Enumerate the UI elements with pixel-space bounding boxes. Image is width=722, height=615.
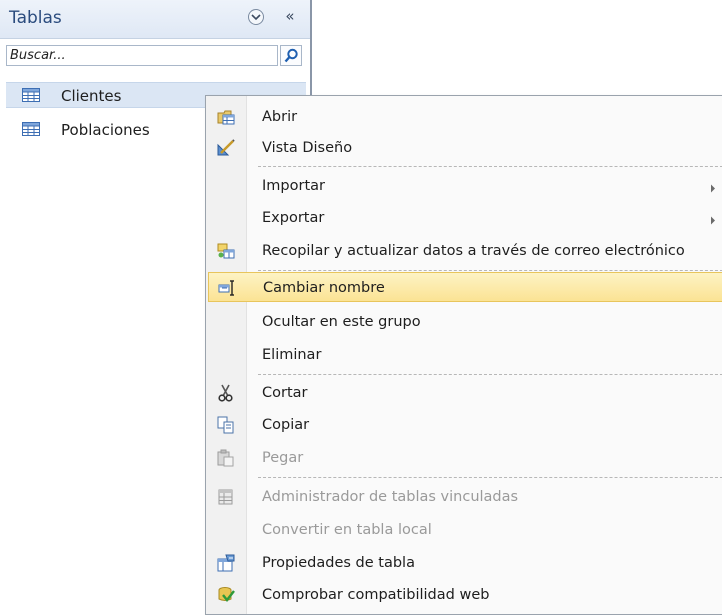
menu-item-exportar[interactable]: Exportar — [208, 203, 722, 233]
menu-item-recopilar-datos[interactable]: Recopilar y actualizar datos a través de… — [208, 236, 722, 266]
menu-item-label: Ocultar en este grupo — [262, 314, 421, 330]
open-table-icon — [217, 108, 235, 126]
design-view-icon — [217, 139, 235, 157]
menu-item-cortar[interactable]: Cortar — [208, 378, 722, 408]
menu-item-copiar[interactable]: Copiar — [208, 410, 722, 440]
menu-item-label: Abrir — [262, 109, 298, 125]
copy-icon — [217, 416, 235, 434]
menu-item-label: Eliminar — [262, 347, 322, 363]
paste-icon — [217, 449, 235, 467]
menu-item-cambiar-nombre[interactable]: Cambiar nombre — [208, 272, 722, 302]
search-icon[interactable] — [280, 45, 302, 66]
chevron-down-icon[interactable] — [248, 9, 264, 25]
collapse-pane-icon[interactable]: « — [280, 5, 300, 27]
context-menu: Abrir Vista Diseño Importar Exportar Rec… — [205, 95, 722, 615]
menu-item-ocultar-en-grupo[interactable]: Ocultar en este grupo — [208, 307, 722, 337]
linked-tables-icon — [217, 488, 235, 506]
properties-icon — [217, 554, 235, 572]
web-check-icon — [217, 586, 235, 604]
scissors-icon — [217, 384, 235, 402]
menu-item-label: Recopilar y actualizar datos a través de… — [262, 243, 685, 259]
menu-item-eliminar[interactable]: Eliminar — [208, 340, 722, 370]
search-field[interactable] — [6, 45, 278, 66]
menu-item-importar[interactable]: Importar — [208, 171, 722, 201]
menu-separator — [258, 374, 722, 375]
nav-pane-title[interactable]: Tablas — [9, 8, 62, 28]
nav-pane-header: Tablas « — [0, 0, 310, 39]
menu-item-administrador-tablas-vinculadas[interactable]: Administrador de tablas vinculadas — [208, 482, 722, 512]
menu-separator — [258, 477, 722, 478]
menu-item-label: Convertir en tabla local — [262, 522, 432, 538]
menu-item-label: Copiar — [262, 417, 310, 433]
menu-item-label: Comprobar compatibilidad web — [262, 587, 490, 603]
menu-item-convertir-tabla-local[interactable]: Convertir en tabla local — [208, 515, 722, 545]
nav-item-label: Clientes — [61, 87, 122, 105]
nav-item-label: Poblaciones — [61, 121, 150, 139]
menu-item-label: Exportar — [262, 210, 325, 226]
rename-icon — [218, 279, 236, 297]
submenu-arrow-icon — [710, 213, 716, 229]
menu-item-label: Cambiar nombre — [263, 280, 385, 296]
menu-separator — [258, 270, 722, 271]
table-icon — [22, 122, 40, 140]
table-icon — [22, 88, 40, 106]
search-input[interactable] — [7, 46, 267, 65]
menu-item-abrir[interactable]: Abrir — [208, 102, 722, 132]
menu-item-label: Importar — [262, 178, 325, 194]
menu-item-label: Cortar — [262, 385, 308, 401]
menu-item-label: Vista Diseño — [262, 140, 353, 156]
menu-item-label: Administrador de tablas vinculadas — [262, 489, 519, 505]
menu-item-pegar[interactable]: Pegar — [208, 443, 722, 473]
collect-data-icon — [217, 242, 235, 260]
menu-item-label: Pegar — [262, 450, 304, 466]
menu-item-propiedades-tabla[interactable]: Propiedades de tabla — [208, 548, 722, 578]
submenu-arrow-icon — [710, 181, 716, 197]
menu-item-vista-diseno[interactable]: Vista Diseño — [208, 133, 722, 163]
menu-item-label: Propiedades de tabla — [262, 555, 415, 571]
menu-separator — [258, 166, 722, 167]
